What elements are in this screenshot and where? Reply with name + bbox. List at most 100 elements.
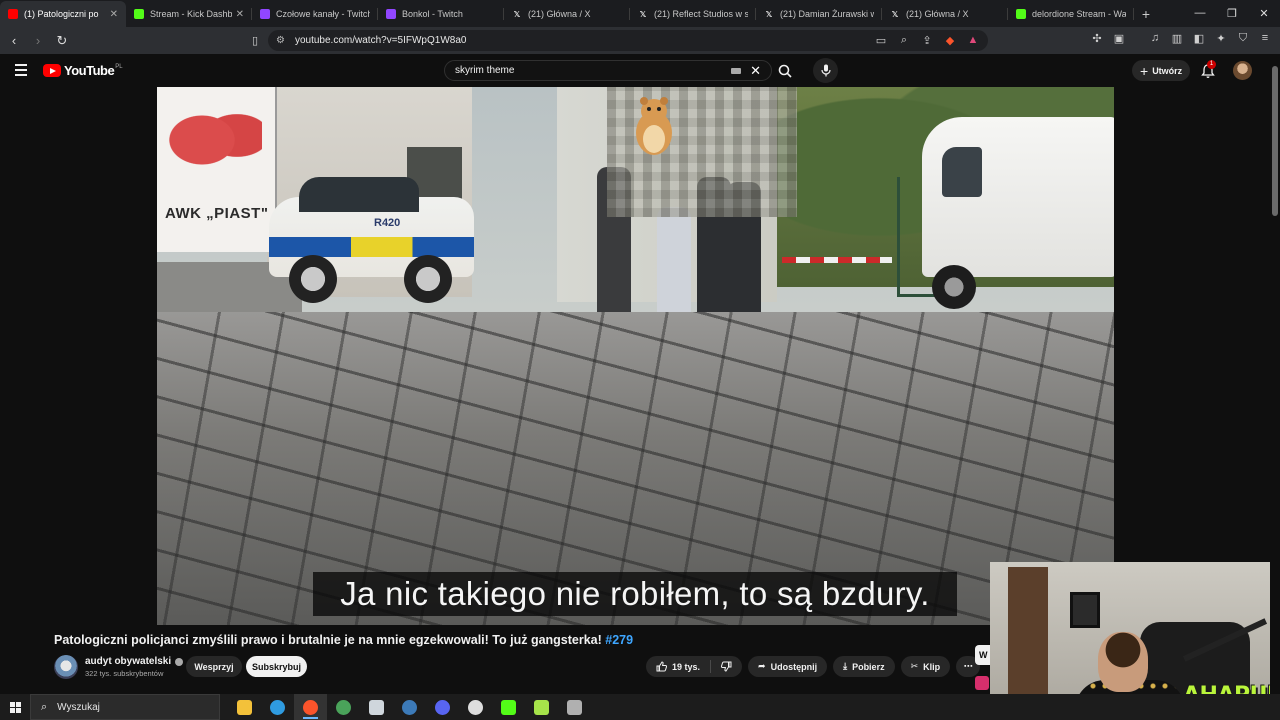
download-button[interactable]: ⤓ Pobierz [833, 656, 895, 677]
keyboard-icon[interactable] [731, 68, 741, 74]
hamster-emote-icon [636, 97, 672, 155]
clip-button[interactable]: ✂ Klip [900, 656, 951, 677]
minimize-icon[interactable]: — [1184, 0, 1216, 26]
scene-banner: AWK „PIAST" [157, 87, 277, 252]
scrollbar-thumb[interactable] [1272, 66, 1278, 216]
create-button[interactable]: + Utwórz [1132, 60, 1191, 81]
voice-search-button[interactable] [813, 58, 838, 83]
youtube-logo[interactable]: YouTube PL [43, 63, 123, 78]
share-icon[interactable]: ⇪ [920, 33, 934, 47]
twitch-icon [260, 9, 270, 19]
streamer-app-icon [534, 699, 549, 715]
taskbar-app[interactable] [228, 694, 261, 720]
leo-ai-icon[interactable]: ✦ [1214, 31, 1228, 45]
channel-name[interactable]: audyt obywatelski [85, 656, 184, 667]
video-title: Patologiczni policjanci zmyślili prawo i… [54, 633, 633, 647]
taskbar-app[interactable] [426, 694, 459, 720]
taskbar-app[interactable] [261, 694, 294, 720]
bookmark-icon[interactable]: ▯ [248, 33, 262, 47]
extensions-icon[interactable]: ✣ [1090, 31, 1104, 45]
browser-tab[interactable]: delordione Stream - Watc [1008, 1, 1134, 27]
search-icon: ⌕ [41, 700, 48, 713]
taskbar-app[interactable] [360, 694, 393, 720]
video-title-text: Patologiczni policjanci zmyślili prawo i… [54, 633, 602, 647]
channel-avatar[interactable] [54, 655, 78, 679]
brave-rewards-icon[interactable]: ▲ [966, 33, 980, 47]
address-bar[interactable]: ⚙ youtube.com/watch?v=5IFWpQ1W8a0 ▭ ⌕ ⇪ … [268, 30, 988, 51]
browser-tab[interactable]: Bonkol - Twitch [378, 1, 504, 27]
search-query: skyrim theme [455, 65, 515, 76]
tab-title: (21) Główna / X [906, 9, 969, 19]
browser-tab[interactable]: Stream - Kick Dashbo ✕ [126, 1, 252, 27]
file-explorer-icon [237, 699, 252, 715]
close-tab-icon[interactable]: ✕ [236, 9, 244, 20]
like-button[interactable]: 19 tys. [646, 656, 710, 677]
browser-tab[interactable]: 𝕏 (21) Główna / X [504, 1, 630, 27]
browser-tab[interactable]: 𝕏 (21) Damian Żurawski w sc [756, 1, 882, 27]
wallet-icon[interactable]: ◧ [1192, 31, 1206, 45]
like-count: 19 tys. [672, 661, 701, 672]
cast-icon[interactable]: ▭ [874, 33, 888, 47]
taskbar-app[interactable] [525, 694, 558, 720]
scene-van [912, 97, 1114, 309]
thumbs-up-icon [656, 661, 667, 672]
popup-edge[interactable]: W [975, 645, 991, 665]
taskbar-search[interactable]: ⌕ Wyszukaj [30, 694, 220, 720]
brave-shields-icon[interactable]: ◆ [943, 33, 957, 47]
browser-tab[interactable]: 𝕏 (21) Reflect Studios w serw [630, 1, 756, 27]
menu-icon[interactable]: ≡ [1258, 31, 1272, 45]
forward-icon[interactable]: › [28, 31, 48, 51]
search-input[interactable]: skyrim theme ✕ [444, 60, 772, 81]
video-hashtag[interactable]: #279 [605, 633, 633, 647]
page-scrollbar[interactable] [1270, 54, 1280, 694]
search-button[interactable] [772, 60, 798, 81]
x-icon: 𝕏 [891, 9, 899, 19]
account-avatar[interactable] [1233, 61, 1252, 80]
thumbs-down-icon [721, 661, 732, 672]
subscribe-button[interactable]: Subskrybuj [246, 656, 307, 677]
subscriber-count: 322 tys. subskrybentów [85, 669, 164, 678]
close-tab-icon[interactable]: ✕ [110, 9, 118, 20]
video-caption: Ja nic takiego nie robiłem, to są bzdury… [313, 572, 957, 616]
guide-menu-icon[interactable] [15, 64, 27, 79]
notepad-icon [369, 699, 384, 715]
tab-title: (21) Damian Żurawski w sc [780, 9, 874, 19]
dislike-button[interactable] [711, 656, 742, 677]
taskbar-app[interactable] [294, 694, 327, 720]
taskbar-app[interactable] [492, 694, 525, 720]
restore-icon[interactable]: ❐ [1216, 0, 1248, 26]
reload-icon[interactable]: ↻ [52, 31, 72, 51]
browser-tab[interactable]: Czołowe kanały - Twitch [252, 1, 378, 27]
taskbar-app[interactable] [459, 694, 492, 720]
vpn-icon[interactable]: ⛉ [1236, 31, 1250, 45]
site-settings-icon[interactable]: ⚙ [276, 35, 285, 46]
clear-search-icon[interactable]: ✕ [750, 63, 761, 79]
taskbar-app[interactable] [393, 694, 426, 720]
close-window-icon[interactable]: ✕ [1248, 0, 1280, 26]
video-player[interactable]: AWK „PIAST" R420 [157, 87, 1114, 625]
kick-icon [134, 9, 144, 19]
taskbar-app[interactable] [558, 694, 591, 720]
support-button[interactable]: Wesprzyj [186, 656, 242, 677]
windows-taskbar: ⌕ Wyszukaj [0, 694, 1280, 720]
scene-barrier [782, 257, 892, 263]
obs-icon [468, 699, 483, 715]
youtube-icon [8, 9, 18, 19]
browser-tab[interactable]: 𝕏 (21) Główna / X [882, 1, 1008, 27]
back-icon[interactable]: ‹ [4, 31, 24, 51]
media-icon[interactable]: ♫ [1148, 31, 1162, 45]
taskbar-app[interactable] [327, 694, 360, 720]
tab-title: Stream - Kick Dashbo [150, 9, 232, 19]
x-icon: 𝕏 [765, 9, 773, 19]
video-actions: 19 tys. ➦ Udostępnij ⤓ Pobierz ✂ Klip ⋯ [646, 656, 981, 677]
zoom-icon[interactable]: ⌕ [897, 33, 911, 47]
sidebar-icon[interactable]: ▥ [1170, 31, 1184, 45]
youtube-masthead: YouTube PL skyrim theme ✕ + Utwórz 1 [0, 54, 1270, 87]
start-button[interactable] [0, 694, 30, 720]
steam-icon [402, 699, 417, 715]
new-tab-button[interactable]: + [1134, 1, 1158, 27]
share-button[interactable]: ➦ Udostępnij [748, 656, 828, 677]
taskbar-search-placeholder: Wyszukaj [57, 701, 100, 713]
screenshot-icon[interactable]: ▣ [1112, 31, 1126, 45]
browser-tab[interactable]: (1) Patologiczni po ✕ [0, 1, 126, 27]
